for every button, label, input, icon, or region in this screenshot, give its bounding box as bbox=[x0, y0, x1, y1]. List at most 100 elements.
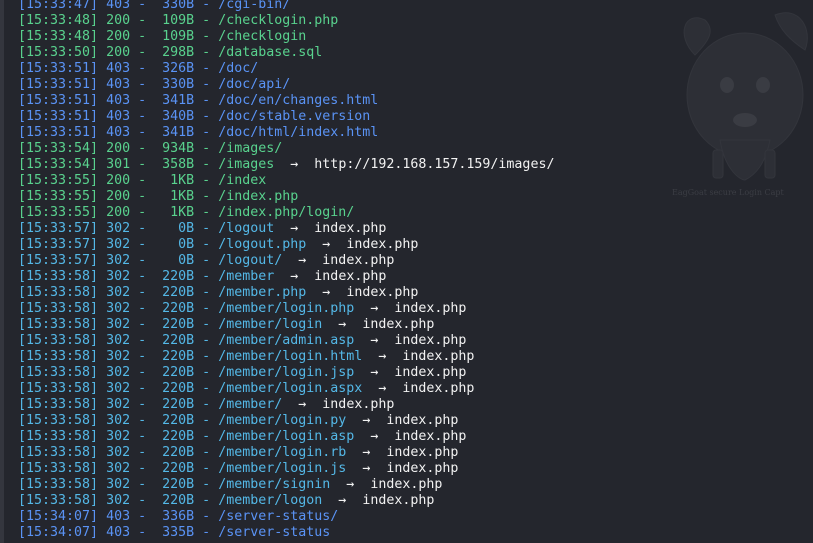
request-path: /images/ bbox=[218, 141, 283, 156]
redirect-target: index.php bbox=[394, 301, 467, 316]
log-line: [15:34:07] 403 - 335B - /server-status bbox=[18, 525, 331, 540]
redirect-arrow-icon: → bbox=[290, 269, 299, 284]
redirect-arrow-icon: → bbox=[378, 381, 387, 396]
request-path: /logout bbox=[218, 221, 275, 236]
redirect-arrow-icon: → bbox=[298, 253, 307, 268]
status-code: 200 bbox=[106, 141, 131, 156]
request-path: /checklogin bbox=[218, 29, 307, 44]
response-size: 298B bbox=[154, 45, 195, 60]
redirect-arrow-icon: → bbox=[370, 429, 379, 444]
log-timestamp: [15:33:58] bbox=[18, 461, 99, 476]
status-code: 302 bbox=[106, 301, 131, 316]
response-size: 220B bbox=[154, 381, 195, 396]
redirect-target: index.php bbox=[394, 429, 467, 444]
log-timestamp: [15:33:57] bbox=[18, 253, 99, 268]
redirect-arrow-icon: → bbox=[370, 301, 379, 316]
redirect-target: index.php bbox=[346, 237, 419, 252]
log-timestamp: [15:33:51] bbox=[18, 61, 99, 76]
log-timestamp: [15:33:51] bbox=[18, 77, 99, 92]
status-code: 200 bbox=[106, 45, 131, 60]
redirect-target: index.php bbox=[386, 461, 459, 476]
log-line: [15:33:51] 403 - 330B - /doc/api/ bbox=[18, 77, 291, 92]
request-path: /server-status/ bbox=[218, 509, 339, 524]
request-path: /member/login.py bbox=[218, 413, 347, 428]
request-path: /doc/stable.version bbox=[218, 109, 371, 124]
response-size: 220B bbox=[154, 365, 195, 380]
redirect-arrow-icon: → bbox=[370, 365, 379, 380]
redirect-arrow-icon: → bbox=[362, 445, 371, 460]
log-timestamp: [15:33:58] bbox=[18, 381, 99, 396]
response-size: 109B bbox=[154, 13, 195, 28]
response-size: 220B bbox=[154, 461, 195, 476]
redirect-arrow-icon: → bbox=[322, 237, 331, 252]
status-code: 301 bbox=[106, 157, 131, 172]
request-path: /index.php/login/ bbox=[218, 205, 355, 220]
log-timestamp: [15:33:58] bbox=[18, 397, 99, 412]
status-code: 200 bbox=[106, 29, 131, 44]
log-line: [15:33:55] 200 - 1KB - /index bbox=[18, 173, 267, 188]
status-code: 302 bbox=[106, 349, 131, 364]
log-line: [15:33:47] 403 - 330B - /cgi-bin/ bbox=[18, 0, 554, 13]
response-size: 109B bbox=[154, 29, 195, 44]
log-line: [15:33:54] 301 - 358B - /images → http:/… bbox=[18, 157, 555, 172]
redirect-target: index.php bbox=[314, 269, 387, 284]
redirect-arrow-icon: → bbox=[290, 221, 299, 236]
request-path: /member/ bbox=[218, 397, 283, 412]
request-path: /doc/html/index.html bbox=[218, 125, 379, 140]
log-timestamp: [15:33:58] bbox=[18, 445, 99, 460]
log-line: [15:33:58] 302 - 220B - /member/login.as… bbox=[18, 429, 467, 444]
log-line: [15:33:58] 302 - 220B - /member/login.py… bbox=[18, 413, 459, 428]
log-timestamp: [15:33:47] bbox=[18, 0, 99, 12]
log-line: [15:33:57] 302 - 0B - /logout.php → inde… bbox=[18, 237, 419, 252]
response-size: 358B bbox=[154, 157, 195, 172]
log-line: [15:33:55] 200 - 1KB - /index.php/login/ bbox=[18, 205, 355, 220]
response-size: 1KB bbox=[154, 173, 195, 188]
log-line: [15:33:58] 302 - 220B - /member/admin.as… bbox=[18, 333, 467, 348]
log-timestamp: [15:33:58] bbox=[18, 477, 99, 492]
redirect-arrow-icon: → bbox=[378, 349, 387, 364]
redirect-arrow-icon: → bbox=[370, 333, 379, 348]
goat-mascot-icon bbox=[683, 12, 808, 181]
log-line: [15:33:58] 302 - 220B - /member/signin →… bbox=[18, 477, 443, 492]
log-timestamp: [15:33:55] bbox=[18, 189, 99, 204]
redirect-target: index.php bbox=[362, 317, 435, 332]
response-size: 220B bbox=[154, 301, 195, 316]
redirect-target: index.php bbox=[362, 493, 435, 508]
log-timestamp: [15:33:58] bbox=[18, 269, 99, 284]
request-path: /member/logon bbox=[218, 493, 323, 508]
redirect-arrow-icon: → bbox=[290, 157, 299, 172]
response-size: 336B bbox=[154, 509, 195, 524]
request-path: /member/login.aspx bbox=[218, 381, 363, 396]
response-size: 0B bbox=[154, 253, 195, 268]
request-path: /member/login.jsp bbox=[218, 365, 355, 380]
log-line: [15:33:51] 403 - 340B - /doc/stable.vers… bbox=[18, 109, 371, 124]
response-size: 220B bbox=[154, 333, 195, 348]
log-line: [15:33:50] 200 - 298B - /database.sql bbox=[18, 45, 323, 60]
status-code: 302 bbox=[106, 413, 131, 428]
log-line: [15:33:58] 302 - 220B - /member/login.js… bbox=[18, 365, 467, 380]
redirect-arrow-icon: → bbox=[362, 413, 371, 428]
redirect-target: index.php bbox=[386, 445, 459, 460]
redirect-arrow-icon: → bbox=[298, 397, 307, 412]
redirect-target: index.php bbox=[322, 397, 395, 412]
redirect-arrow-icon: → bbox=[362, 461, 371, 476]
log-timestamp: [15:33:48] bbox=[18, 13, 99, 28]
log-timestamp: [15:33:57] bbox=[18, 237, 99, 252]
status-code: 302 bbox=[106, 445, 131, 460]
status-code: 302 bbox=[106, 477, 131, 492]
status-code: 403 bbox=[106, 77, 131, 92]
status-code: 403 bbox=[106, 525, 131, 540]
response-size: 0B bbox=[154, 237, 195, 252]
response-size: 220B bbox=[154, 477, 195, 492]
response-size: 0B bbox=[154, 221, 195, 236]
response-size: 340B bbox=[154, 109, 195, 124]
redirect-target: index.php bbox=[322, 253, 395, 268]
terminal-window[interactable]: EagGoat secure Login Capt [15:33:47] 403… bbox=[0, 0, 813, 543]
status-code: 302 bbox=[106, 333, 131, 348]
status-code: 200 bbox=[106, 189, 131, 204]
log-timestamp: [15:33:58] bbox=[18, 317, 99, 332]
request-path: /cgi-bin/ bbox=[218, 0, 291, 12]
log-timestamp: [15:33:51] bbox=[18, 125, 99, 140]
log-line: [15:33:58] 302 - 220B - /member → index.… bbox=[18, 269, 387, 284]
response-size: 934B bbox=[154, 141, 195, 156]
